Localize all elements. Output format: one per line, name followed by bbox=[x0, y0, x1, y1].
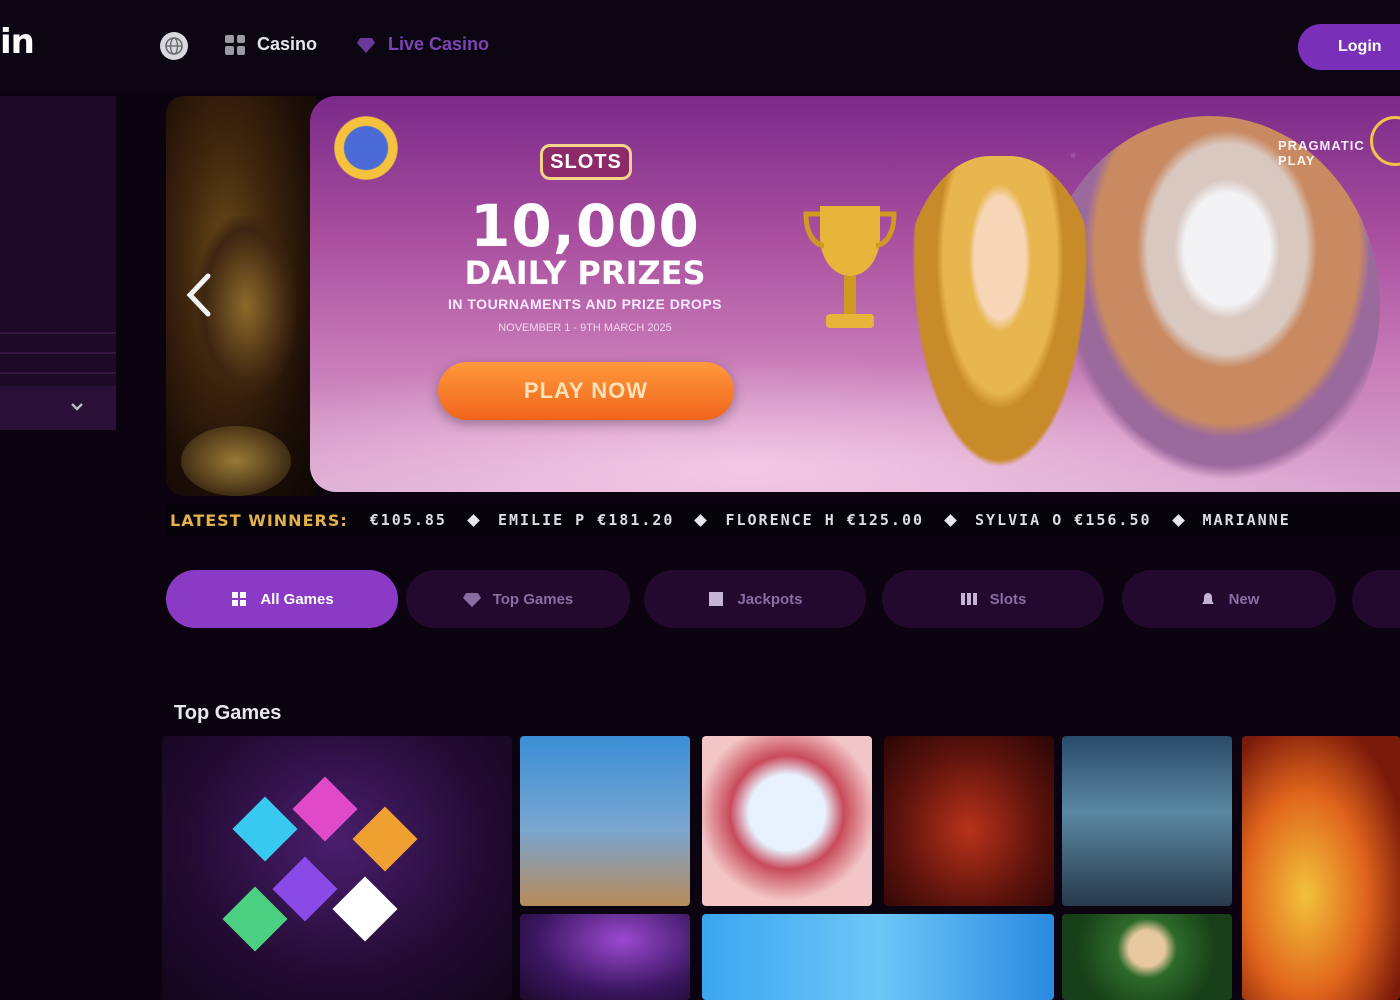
diamond-icon bbox=[462, 593, 481, 607]
diamond-icon bbox=[694, 513, 708, 527]
ticker-item: SYLVIA O €156.50 bbox=[944, 511, 1152, 529]
latest-winners-ticker: LATEST WINNERS: €105.85 EMILIE P €181.20… bbox=[166, 504, 1400, 536]
gem-art bbox=[272, 856, 338, 922]
game-tile[interactable] bbox=[520, 914, 690, 1000]
sidebar-dropdown[interactable] bbox=[0, 386, 116, 430]
tab-label: New bbox=[1228, 590, 1260, 608]
tab-label: Jackpots bbox=[737, 590, 803, 608]
tab-all-games[interactable]: All Games bbox=[166, 570, 398, 628]
diamond-icon bbox=[357, 37, 375, 53]
gem-art bbox=[352, 806, 418, 872]
hero-subheadline: DAILY PRIZES bbox=[464, 254, 706, 292]
diamond-icon bbox=[1171, 513, 1185, 527]
top-bar: in Casino Live Casino Login bbox=[0, 0, 1400, 92]
game-tile[interactable] bbox=[1242, 736, 1400, 1000]
grid-icon bbox=[232, 592, 247, 606]
nav-casino-label: Casino bbox=[257, 34, 318, 54]
game-tile[interactable] bbox=[702, 914, 1054, 1000]
site-logo[interactable]: in bbox=[0, 22, 35, 62]
hero-date: NOVEMBER 1 - 9TH MARCH 2025 bbox=[498, 322, 672, 334]
game-tile[interactable] bbox=[520, 736, 690, 906]
diamond-icon bbox=[467, 513, 480, 527]
tab-label: Top Games bbox=[492, 590, 574, 608]
gem-art bbox=[222, 886, 288, 952]
gem-art bbox=[232, 796, 298, 862]
tab-label: All Games bbox=[260, 590, 334, 608]
globe-icon[interactable] bbox=[160, 32, 188, 60]
section-title: Top Games bbox=[174, 702, 282, 724]
login-button[interactable]: Login bbox=[1298, 24, 1400, 70]
promo-badge-logo bbox=[326, 108, 406, 188]
tab-more[interactable] bbox=[1352, 570, 1400, 628]
tab-jackpots[interactable]: Jackpots bbox=[644, 570, 866, 628]
hero-description: IN TOURNAMENTS AND PRIZE DROPS bbox=[447, 296, 722, 312]
sidebar bbox=[0, 96, 116, 430]
goddess-artwork bbox=[900, 156, 1100, 492]
ticker-item: FLORENCE H €125.00 bbox=[694, 511, 924, 529]
ticker-item: €105.85 bbox=[369, 511, 447, 529]
game-tile[interactable] bbox=[884, 736, 1054, 906]
chevron-down-icon[interactable] bbox=[70, 402, 84, 412]
ticker-item: MARIANNE bbox=[1171, 511, 1291, 529]
tab-slots[interactable]: Slots bbox=[882, 570, 1104, 628]
square-icon bbox=[709, 592, 724, 606]
nav-live-casino[interactable]: Live Casino bbox=[356, 34, 489, 55]
slots-tag: SLOTS bbox=[540, 144, 632, 180]
nav-live-label: Live Casino bbox=[388, 34, 490, 54]
sidebar-divider bbox=[0, 352, 116, 354]
play-now-button[interactable]: PLAY NOW bbox=[438, 362, 734, 420]
game-tile[interactable] bbox=[1062, 736, 1232, 906]
bell-icon bbox=[1201, 593, 1214, 604]
tab-new[interactable]: New bbox=[1122, 570, 1336, 628]
grid-icon bbox=[225, 34, 245, 55]
category-tabs: All Games Top Games Jackpots Slots New bbox=[166, 570, 1400, 630]
gem-art bbox=[332, 876, 398, 942]
ticker-item: EMILIE P €181.20 bbox=[467, 511, 675, 529]
slot-icon bbox=[960, 593, 977, 605]
ticker-title: LATEST WINNERS: bbox=[170, 510, 348, 530]
slide-art bbox=[181, 426, 291, 496]
tab-top-games[interactable]: Top Games bbox=[406, 570, 630, 628]
hero-headline: 10,000 bbox=[470, 192, 700, 260]
sidebar-divider bbox=[0, 372, 116, 374]
hero-banner[interactable]: PRAGMATIC PLAY SLOTS 10,000 DAILY PRIZES… bbox=[310, 96, 1400, 492]
sidebar-divider bbox=[0, 332, 116, 334]
nav-casino[interactable]: Casino bbox=[225, 34, 317, 55]
game-tile[interactable] bbox=[702, 736, 872, 906]
game-tile[interactable] bbox=[1062, 914, 1232, 1000]
trophy-icon bbox=[803, 206, 897, 328]
game-tile[interactable] bbox=[162, 736, 512, 1000]
chevron-left-icon[interactable] bbox=[180, 270, 218, 320]
diamond-icon bbox=[944, 513, 957, 527]
tab-label: Slots bbox=[989, 590, 1027, 608]
gem-art bbox=[292, 776, 358, 842]
